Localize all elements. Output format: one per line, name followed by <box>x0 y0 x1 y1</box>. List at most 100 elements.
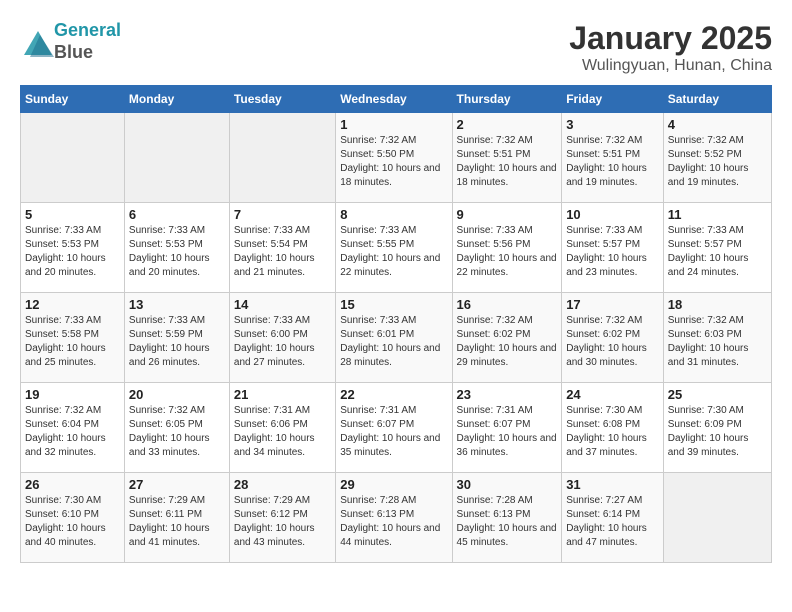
logo-line2: Blue <box>54 42 93 62</box>
day-number: 12 <box>25 297 120 312</box>
day-number: 15 <box>340 297 447 312</box>
table-row: 23 Sunrise: 7:31 AMSunset: 6:07 PMDayligh… <box>452 383 562 473</box>
day-info: Sunrise: 7:33 AMSunset: 5:53 PMDaylight:… <box>129 224 225 280</box>
table-row: 2Sunrise: 7:32 AMSunset: 5:51 PMDaylight… <box>452 113 562 203</box>
day-info: Sunrise: 7:30 AMSunset: 6:09 PMDaylight:… <box>668 404 767 460</box>
day-info: Sunrise: 7:29 AMSunset: 6:12 PMDaylight:… <box>234 494 331 550</box>
table-row <box>663 473 771 563</box>
table-row <box>229 113 335 203</box>
table-row: 9 Sunrise: 7:33 AMSunset: 5:56 PMDaylight… <box>452 203 562 293</box>
day-number: 29 <box>340 477 447 492</box>
day-info: Sunrise: 7:31 AMSunset: 6:06 PMDaylight:… <box>234 404 331 460</box>
table-row: 21Sunrise: 7:31 AMSunset: 6:06 PMDayligh… <box>229 383 335 473</box>
table-row: 12 Sunrise: 7:33 AMSunset: 5:58 PMDayligh… <box>21 293 125 383</box>
day-info: Sunrise: 7:33 AMSunset: 5:55 PMDaylight:… <box>340 224 447 280</box>
table-row: 19 Sunrise: 7:32 AMSunset: 6:04 PMDayligh… <box>21 383 125 473</box>
calendar-header-row: Sunday Monday Tuesday Wednesday Thursday… <box>21 86 772 113</box>
logo: General Blue <box>20 20 121 63</box>
table-row: 14Sunrise: 7:33 AMSunset: 6:00 PMDayligh… <box>229 293 335 383</box>
table-row: 27 Sunrise: 7:29 AMSunset: 6:11 PMDayligh… <box>124 473 229 563</box>
day-info: Sunrise: 7:33 AMSunset: 5:53 PMDaylight:… <box>25 224 120 280</box>
day-number: 22 <box>340 387 447 402</box>
day-number: 5 <box>25 207 120 222</box>
day-number: 23 <box>457 387 558 402</box>
day-info: Sunrise: 7:33 AMSunset: 6:00 PMDaylight:… <box>234 314 331 370</box>
col-tuesday: Tuesday <box>229 86 335 113</box>
day-info: Sunrise: 7:33 AMSunset: 5:59 PMDaylight:… <box>129 314 225 370</box>
table-row: 29 Sunrise: 7:28 AMSunset: 6:13 PMDayligh… <box>336 473 452 563</box>
table-row <box>124 113 229 203</box>
day-number: 27 <box>129 477 225 492</box>
day-number: 1 <box>340 117 447 132</box>
table-row: 5 Sunrise: 7:33 AMSunset: 5:53 PMDaylight… <box>21 203 125 293</box>
table-row: 24 Sunrise: 7:30 AMSunset: 6:08 PMDayligh… <box>562 383 664 473</box>
day-info: Sunrise: 7:30 AMSunset: 6:08 PMDaylight:… <box>566 404 659 460</box>
col-friday: Friday <box>562 86 664 113</box>
day-number: 16 <box>457 297 558 312</box>
day-number: 25 <box>668 387 767 402</box>
day-info: Sunrise: 7:29 AMSunset: 6:11 PMDaylight:… <box>129 494 225 550</box>
day-number: 3 <box>566 117 659 132</box>
day-info: Sunrise: 7:27 AMSunset: 6:14 PMDaylight:… <box>566 494 659 550</box>
table-row: 26Sunrise: 7:30 AMSunset: 6:10 PMDayligh… <box>21 473 125 563</box>
day-info: Sunrise: 7:30 AMSunset: 6:10 PMDaylight:… <box>25 494 120 550</box>
day-info: Sunrise: 7:33 AMSunset: 5:58 PMDaylight:… <box>25 314 120 370</box>
day-info: Sunrise: 7:33 AMSunset: 5:56 PMDaylight:… <box>457 224 558 280</box>
col-saturday: Saturday <box>663 86 771 113</box>
day-info: Sunrise: 7:32 AMSunset: 6:03 PMDaylight:… <box>668 314 767 370</box>
day-number: 13 <box>129 297 225 312</box>
calendar-title: January 2025 <box>569 20 772 57</box>
day-info: Sunrise: 7:32 AMSunset: 5:51 PMDaylight:… <box>566 134 659 190</box>
day-number: 9 <box>457 207 558 222</box>
day-number: 24 <box>566 387 659 402</box>
day-number: 30 <box>457 477 558 492</box>
table-row: 22Sunrise: 7:31 AMSunset: 6:07 PMDayligh… <box>336 383 452 473</box>
day-number: 6 <box>129 207 225 222</box>
day-info: Sunrise: 7:33 AMSunset: 5:57 PMDaylight:… <box>566 224 659 280</box>
table-row: 20Sunrise: 7:32 AMSunset: 6:05 PMDayligh… <box>124 383 229 473</box>
col-sunday: Sunday <box>21 86 125 113</box>
col-monday: Monday <box>124 86 229 113</box>
day-info: Sunrise: 7:31 AMSunset: 6:07 PMDaylight:… <box>457 404 558 460</box>
table-row: 16 Sunrise: 7:32 AMSunset: 6:02 PMDayligh… <box>452 293 562 383</box>
day-info: Sunrise: 7:33 AMSunset: 5:57 PMDaylight:… <box>668 224 767 280</box>
table-row: 28 Sunrise: 7:29 AMSunset: 6:12 PMDayligh… <box>229 473 335 563</box>
table-row: 1 Sunrise: 7:32 AMSunset: 5:50 PMDaylight… <box>336 113 452 203</box>
day-number: 17 <box>566 297 659 312</box>
day-number: 4 <box>668 117 767 132</box>
table-row: 8 Sunrise: 7:33 AMSunset: 5:55 PMDaylight… <box>336 203 452 293</box>
day-number: 28 <box>234 477 331 492</box>
title-block: January 2025 Wulingyuan, Hunan, China <box>569 20 772 75</box>
table-row: 15Sunrise: 7:33 AMSunset: 6:01 PMDayligh… <box>336 293 452 383</box>
day-number: 8 <box>340 207 447 222</box>
day-info: Sunrise: 7:32 AMSunset: 6:04 PMDaylight:… <box>25 404 120 460</box>
table-row: 6 Sunrise: 7:33 AMSunset: 5:53 PMDaylight… <box>124 203 229 293</box>
col-thursday: Thursday <box>452 86 562 113</box>
table-row: 17 Sunrise: 7:32 AMSunset: 6:02 PMDayligh… <box>562 293 664 383</box>
table-row: 31 Sunrise: 7:27 AMSunset: 6:14 PMDayligh… <box>562 473 664 563</box>
day-number: 7 <box>234 207 331 222</box>
table-row: 4Sunrise: 7:32 AMSunset: 5:52 PMDaylight… <box>663 113 771 203</box>
table-row: 10 Sunrise: 7:33 AMSunset: 5:57 PMDayligh… <box>562 203 664 293</box>
day-info: Sunrise: 7:33 AMSunset: 5:54 PMDaylight:… <box>234 224 331 280</box>
calendar-week-row: 26Sunrise: 7:30 AMSunset: 6:10 PMDayligh… <box>21 473 772 563</box>
calendar-subtitle: Wulingyuan, Hunan, China <box>569 57 772 75</box>
calendar-table: Sunday Monday Tuesday Wednesday Thursday… <box>20 85 772 563</box>
day-info: Sunrise: 7:32 AMSunset: 5:51 PMDaylight:… <box>457 134 558 190</box>
day-number: 11 <box>668 207 767 222</box>
day-info: Sunrise: 7:28 AMSunset: 6:13 PMDaylight:… <box>340 494 447 550</box>
calendar-week-row: 19 Sunrise: 7:32 AMSunset: 6:04 PMDayligh… <box>21 383 772 473</box>
day-number: 31 <box>566 477 659 492</box>
day-number: 10 <box>566 207 659 222</box>
table-row: 25 Sunrise: 7:30 AMSunset: 6:09 PMDayligh… <box>663 383 771 473</box>
day-info: Sunrise: 7:32 AMSunset: 6:02 PMDaylight:… <box>457 314 558 370</box>
table-row: 18Sunrise: 7:32 AMSunset: 6:03 PMDayligh… <box>663 293 771 383</box>
table-row: 7 Sunrise: 7:33 AMSunset: 5:54 PMDaylight… <box>229 203 335 293</box>
day-number: 20 <box>129 387 225 402</box>
day-number: 19 <box>25 387 120 402</box>
day-info: Sunrise: 7:28 AMSunset: 6:13 PMDaylight:… <box>457 494 558 550</box>
table-row: 3 Sunrise: 7:32 AMSunset: 5:51 PMDaylight… <box>562 113 664 203</box>
day-info: Sunrise: 7:32 AMSunset: 5:50 PMDaylight:… <box>340 134 447 190</box>
day-info: Sunrise: 7:32 AMSunset: 6:02 PMDaylight:… <box>566 314 659 370</box>
table-row <box>21 113 125 203</box>
